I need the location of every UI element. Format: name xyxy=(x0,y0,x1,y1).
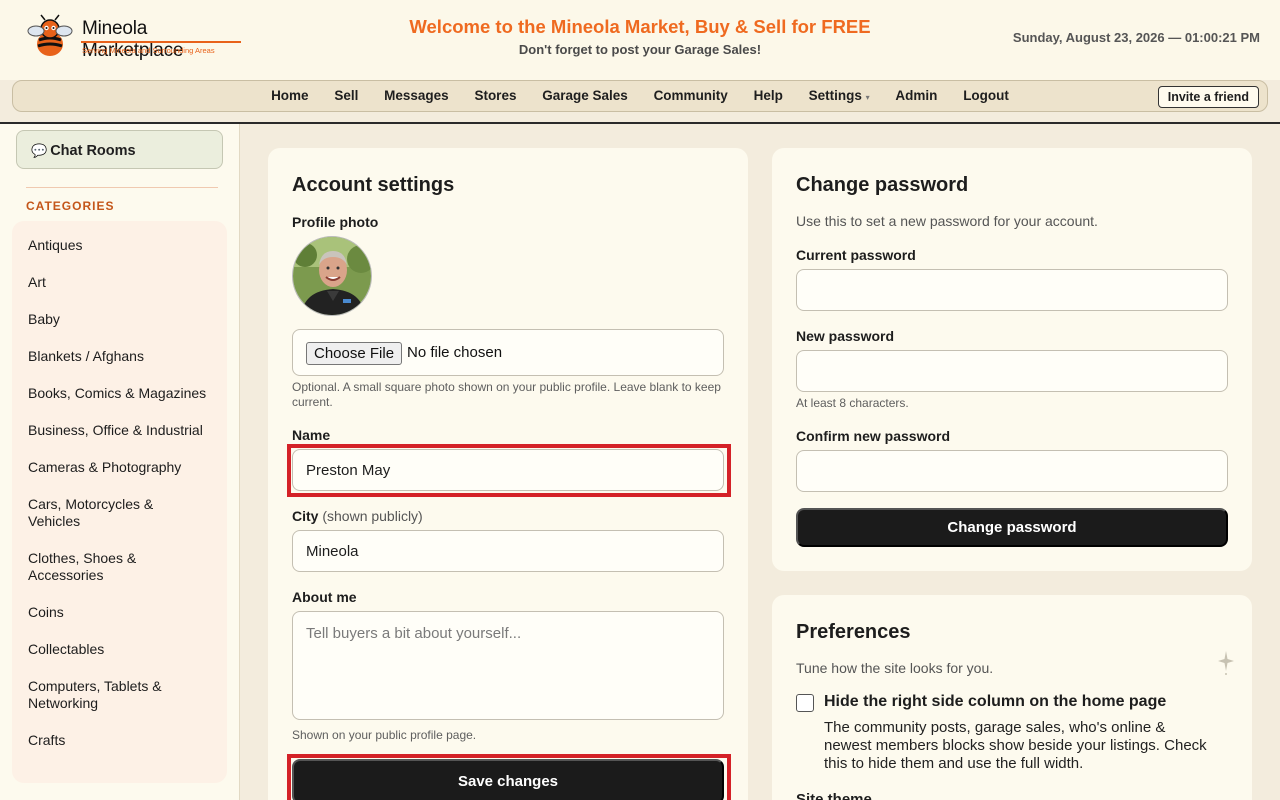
new-password-input[interactable] xyxy=(796,350,1228,392)
nav-logout[interactable]: Logout xyxy=(963,88,1009,103)
save-changes-button[interactable]: Save changes xyxy=(292,759,724,800)
category-item[interactable]: Coins xyxy=(28,604,208,621)
profile-photo-label: Profile photo xyxy=(292,214,379,230)
category-item[interactable]: Crafts xyxy=(28,732,208,749)
chevron-down-icon: ▾ xyxy=(865,93,870,102)
current-datetime: Sunday, August 23, 2026 — 01:00:21 PM xyxy=(1012,30,1260,45)
sidebar: 💬 Chat Rooms CATEGORIES Antiques Art Baby… xyxy=(0,124,240,800)
nav-garage-sales[interactable]: Garage Sales xyxy=(542,88,628,103)
city-public-note: (shown publicly) xyxy=(322,508,423,524)
category-item[interactable]: Cars, Motorcycles & Vehicles xyxy=(28,496,208,530)
new-password-label: New password xyxy=(796,328,895,344)
categories-list: Antiques Art Baby Blankets / Afghans Boo… xyxy=(28,237,208,769)
category-item[interactable]: Baby xyxy=(28,311,208,328)
categories-panel: Antiques Art Baby Blankets / Afghans Boo… xyxy=(12,221,227,783)
nav-settings-label: Settings xyxy=(808,88,862,103)
nav-settings[interactable]: Settings ▾ xyxy=(809,88,870,103)
hide-right-column-label[interactable]: Hide the right side column on the home p… xyxy=(824,693,1166,711)
category-item[interactable]: Art xyxy=(28,274,208,291)
preferences-title: Preferences xyxy=(796,621,911,643)
city-input[interactable]: Mineola xyxy=(292,530,724,572)
hide-right-column-description: The community posts, garage sales, who's… xyxy=(824,719,1207,772)
change-password-title: Change password xyxy=(796,174,969,196)
preferences-card: Preferences Tune how the site looks for … xyxy=(772,595,1252,800)
welcome-banner: Welcome to the Mineola Market, Buy & Sel… xyxy=(409,16,871,37)
chat-rooms-label: Chat Rooms xyxy=(50,143,136,159)
profile-photo-upload[interactable]: Choose File No file chosen xyxy=(292,329,724,376)
nav-stores[interactable]: Stores xyxy=(474,88,516,103)
about-me-label: About me xyxy=(292,589,357,605)
account-settings-title: Account settings xyxy=(292,174,455,196)
brand-tagline: Serving Mineola and Surrounding Areas xyxy=(82,46,215,55)
chat-rooms-button[interactable]: 💬 Chat Rooms xyxy=(16,130,223,169)
city-label-text: City xyxy=(292,508,319,524)
invite-friend-button[interactable]: Invite a friend xyxy=(1157,86,1259,108)
name-label: Name xyxy=(292,427,331,443)
site-theme-label: Site theme xyxy=(796,791,872,800)
avatar xyxy=(292,236,372,316)
welcome-subtitle: Don't forget to post your Garage Sales! xyxy=(518,42,762,57)
confirm-password-label: Confirm new password xyxy=(796,428,951,444)
choose-file-button[interactable]: Choose File xyxy=(306,342,403,365)
category-item[interactable]: Clothes, Shoes & Accessories xyxy=(28,550,208,584)
city-label: City (shown publicly) xyxy=(292,508,423,524)
category-item[interactable]: Collectables xyxy=(28,641,208,658)
change-password-card: Change password Use this to set a new pa… xyxy=(772,148,1252,571)
category-item[interactable]: Antiques xyxy=(28,237,208,254)
chat-bubble-icon: 💬 xyxy=(31,143,48,158)
profile-photo-image xyxy=(293,237,371,315)
new-password-hint: At least 8 characters. xyxy=(796,396,909,410)
sparkle-icon xyxy=(1218,651,1234,675)
name-input[interactable]: Preston May xyxy=(292,449,724,491)
about-me-hint: Shown on your public profile page. xyxy=(292,728,477,742)
profile-photo-hint: Optional. A small square photo shown on … xyxy=(292,380,721,409)
site-logo[interactable]: Mineola Marketplace Serving Mineola and … xyxy=(27,14,242,61)
brand-underline xyxy=(81,41,241,43)
about-me-textarea[interactable]: Tell buyers a bit about yourself... xyxy=(292,611,724,720)
sidebar-divider xyxy=(26,187,218,188)
confirm-password-input[interactable] xyxy=(796,450,1228,492)
site-header: Mineola Marketplace Serving Mineola and … xyxy=(0,0,1280,80)
nav-help[interactable]: Help xyxy=(754,88,783,103)
nav-admin[interactable]: Admin xyxy=(895,88,937,103)
preferences-intro: Tune how the site looks for you. xyxy=(796,660,994,676)
nav-home[interactable]: Home xyxy=(271,88,309,103)
category-item[interactable]: Computers, Tablets & Networking xyxy=(28,678,208,712)
nav-sell[interactable]: Sell xyxy=(334,88,358,103)
nav-messages[interactable]: Messages xyxy=(384,88,449,103)
change-password-intro: Use this to set a new password for your … xyxy=(796,213,1098,229)
category-item[interactable]: Books, Comics & Magazines xyxy=(28,385,208,402)
brand-name: Mineola Marketplace xyxy=(82,18,184,61)
hide-right-column-checkbox[interactable] xyxy=(796,694,814,712)
current-password-input[interactable] xyxy=(796,269,1228,311)
hornet-mascot-icon xyxy=(27,14,73,56)
category-item[interactable]: Cameras & Photography xyxy=(28,459,208,476)
nav-community[interactable]: Community xyxy=(654,88,728,103)
change-password-button[interactable]: Change password xyxy=(796,508,1228,547)
category-item[interactable]: Blankets / Afghans xyxy=(28,348,208,365)
current-password-label: Current password xyxy=(796,247,916,263)
categories-heading: CATEGORIES xyxy=(26,199,115,213)
main-nav: Home Sell Messages Stores Garage Sales C… xyxy=(12,80,1268,112)
file-status-text: No file chosen xyxy=(407,344,503,361)
account-settings-card: Account settings Profile photo Choose Fi… xyxy=(268,148,748,800)
category-item[interactable]: Business, Office & Industrial xyxy=(28,422,208,439)
